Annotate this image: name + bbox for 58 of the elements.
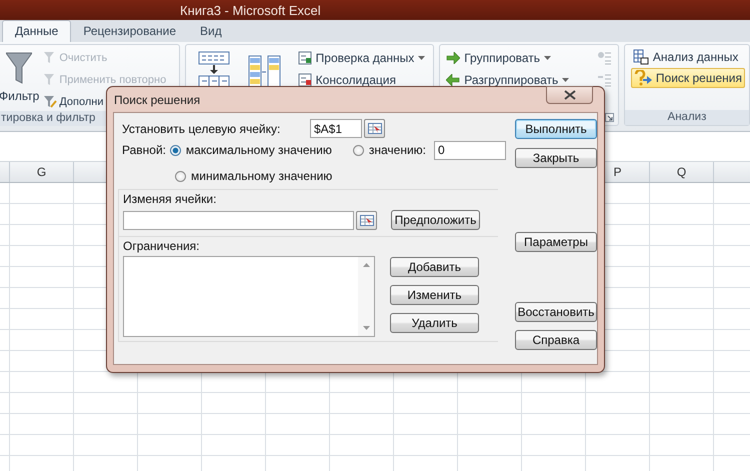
scrollbar[interactable] (358, 257, 374, 336)
column-header[interactable]: G (10, 162, 74, 182)
filter-icon (43, 95, 58, 109)
changing-cells-field[interactable] (123, 210, 354, 230)
table-icon (298, 51, 312, 65)
guess-button[interactable]: Предположить (391, 210, 480, 230)
scroll-up-icon[interactable] (362, 263, 370, 267)
dialog-button[interactable]: Выполнить (515, 119, 597, 139)
dialog-button[interactable]: Восстановить (515, 302, 597, 322)
ribbon-button[interactable]: Разгруппировать (444, 71, 572, 89)
constraints-list[interactable] (123, 256, 375, 337)
range-picker-button[interactable] (364, 119, 385, 138)
dialog-button[interactable]: Закрыть (515, 148, 597, 168)
table-icon (368, 123, 382, 134)
radio-option[interactable]: значению: (352, 143, 426, 157)
value-field[interactable]: 0 (434, 140, 506, 160)
ribbon-tab[interactable]: Данные (2, 20, 72, 42)
radio-button[interactable] (170, 144, 181, 156)
table-icon (360, 214, 374, 226)
ribbon-button[interactable]: Анализ данных (630, 48, 745, 66)
ribbon-button[interactable]: Консолидация (296, 71, 428, 89)
outline-icon[interactable] (597, 51, 612, 65)
target-cell-field[interactable]: $A$1 (310, 119, 362, 138)
radio-button[interactable] (352, 144, 364, 156)
group-label: Ограничения: (123, 239, 200, 253)
ribbon-tab[interactable]: Рецензирование (71, 21, 188, 42)
ribbon-button[interactable]: Поиск решения (630, 68, 745, 88)
ribbon-tab[interactable]: Вид (188, 21, 234, 42)
question-arrow-icon (634, 70, 652, 86)
arrow-icon (446, 74, 460, 86)
scroll-down-icon[interactable] (362, 326, 370, 330)
outline-icon[interactable] (597, 73, 612, 87)
table-icon (632, 49, 649, 65)
column-header[interactable]: Q (650, 162, 714, 182)
dialog-button[interactable]: Параметры (515, 232, 597, 252)
close-icon (564, 90, 576, 100)
filter-button[interactable]: Фильтр (0, 49, 40, 111)
dialog-launcher-icon[interactable] (604, 113, 614, 122)
group-label: Изменяя ячейки: (123, 192, 216, 206)
radio-button[interactable] (175, 170, 186, 182)
constraint-button[interactable]: Изменить (390, 285, 479, 305)
funnel-icon (6, 51, 32, 85)
close-button[interactable] (546, 86, 593, 104)
field-label: Установить целевую ячейку: (122, 122, 282, 136)
ribbon-button[interactable]: Группировать (444, 49, 572, 67)
radio-option[interactable]: минимальному значению (175, 169, 332, 183)
dialog-button[interactable]: Справка (515, 330, 597, 350)
table-icon (298, 73, 312, 87)
window-title: Книга3 - Microsoft Excel (180, 2, 321, 18)
dialog-title: Поиск решения (114, 92, 200, 106)
group-label: Анализ (624, 110, 749, 125)
ribbon-button[interactable]: Проверка данных (296, 49, 428, 67)
arrow-icon (446, 52, 460, 64)
field-label: Равной: (122, 143, 167, 157)
radio-option[interactable]: максимальному значению (170, 143, 332, 157)
range-picker-button[interactable] (356, 210, 377, 230)
constraint-button[interactable]: Удалить (390, 313, 479, 333)
constraint-button[interactable]: Добавить (390, 257, 479, 277)
